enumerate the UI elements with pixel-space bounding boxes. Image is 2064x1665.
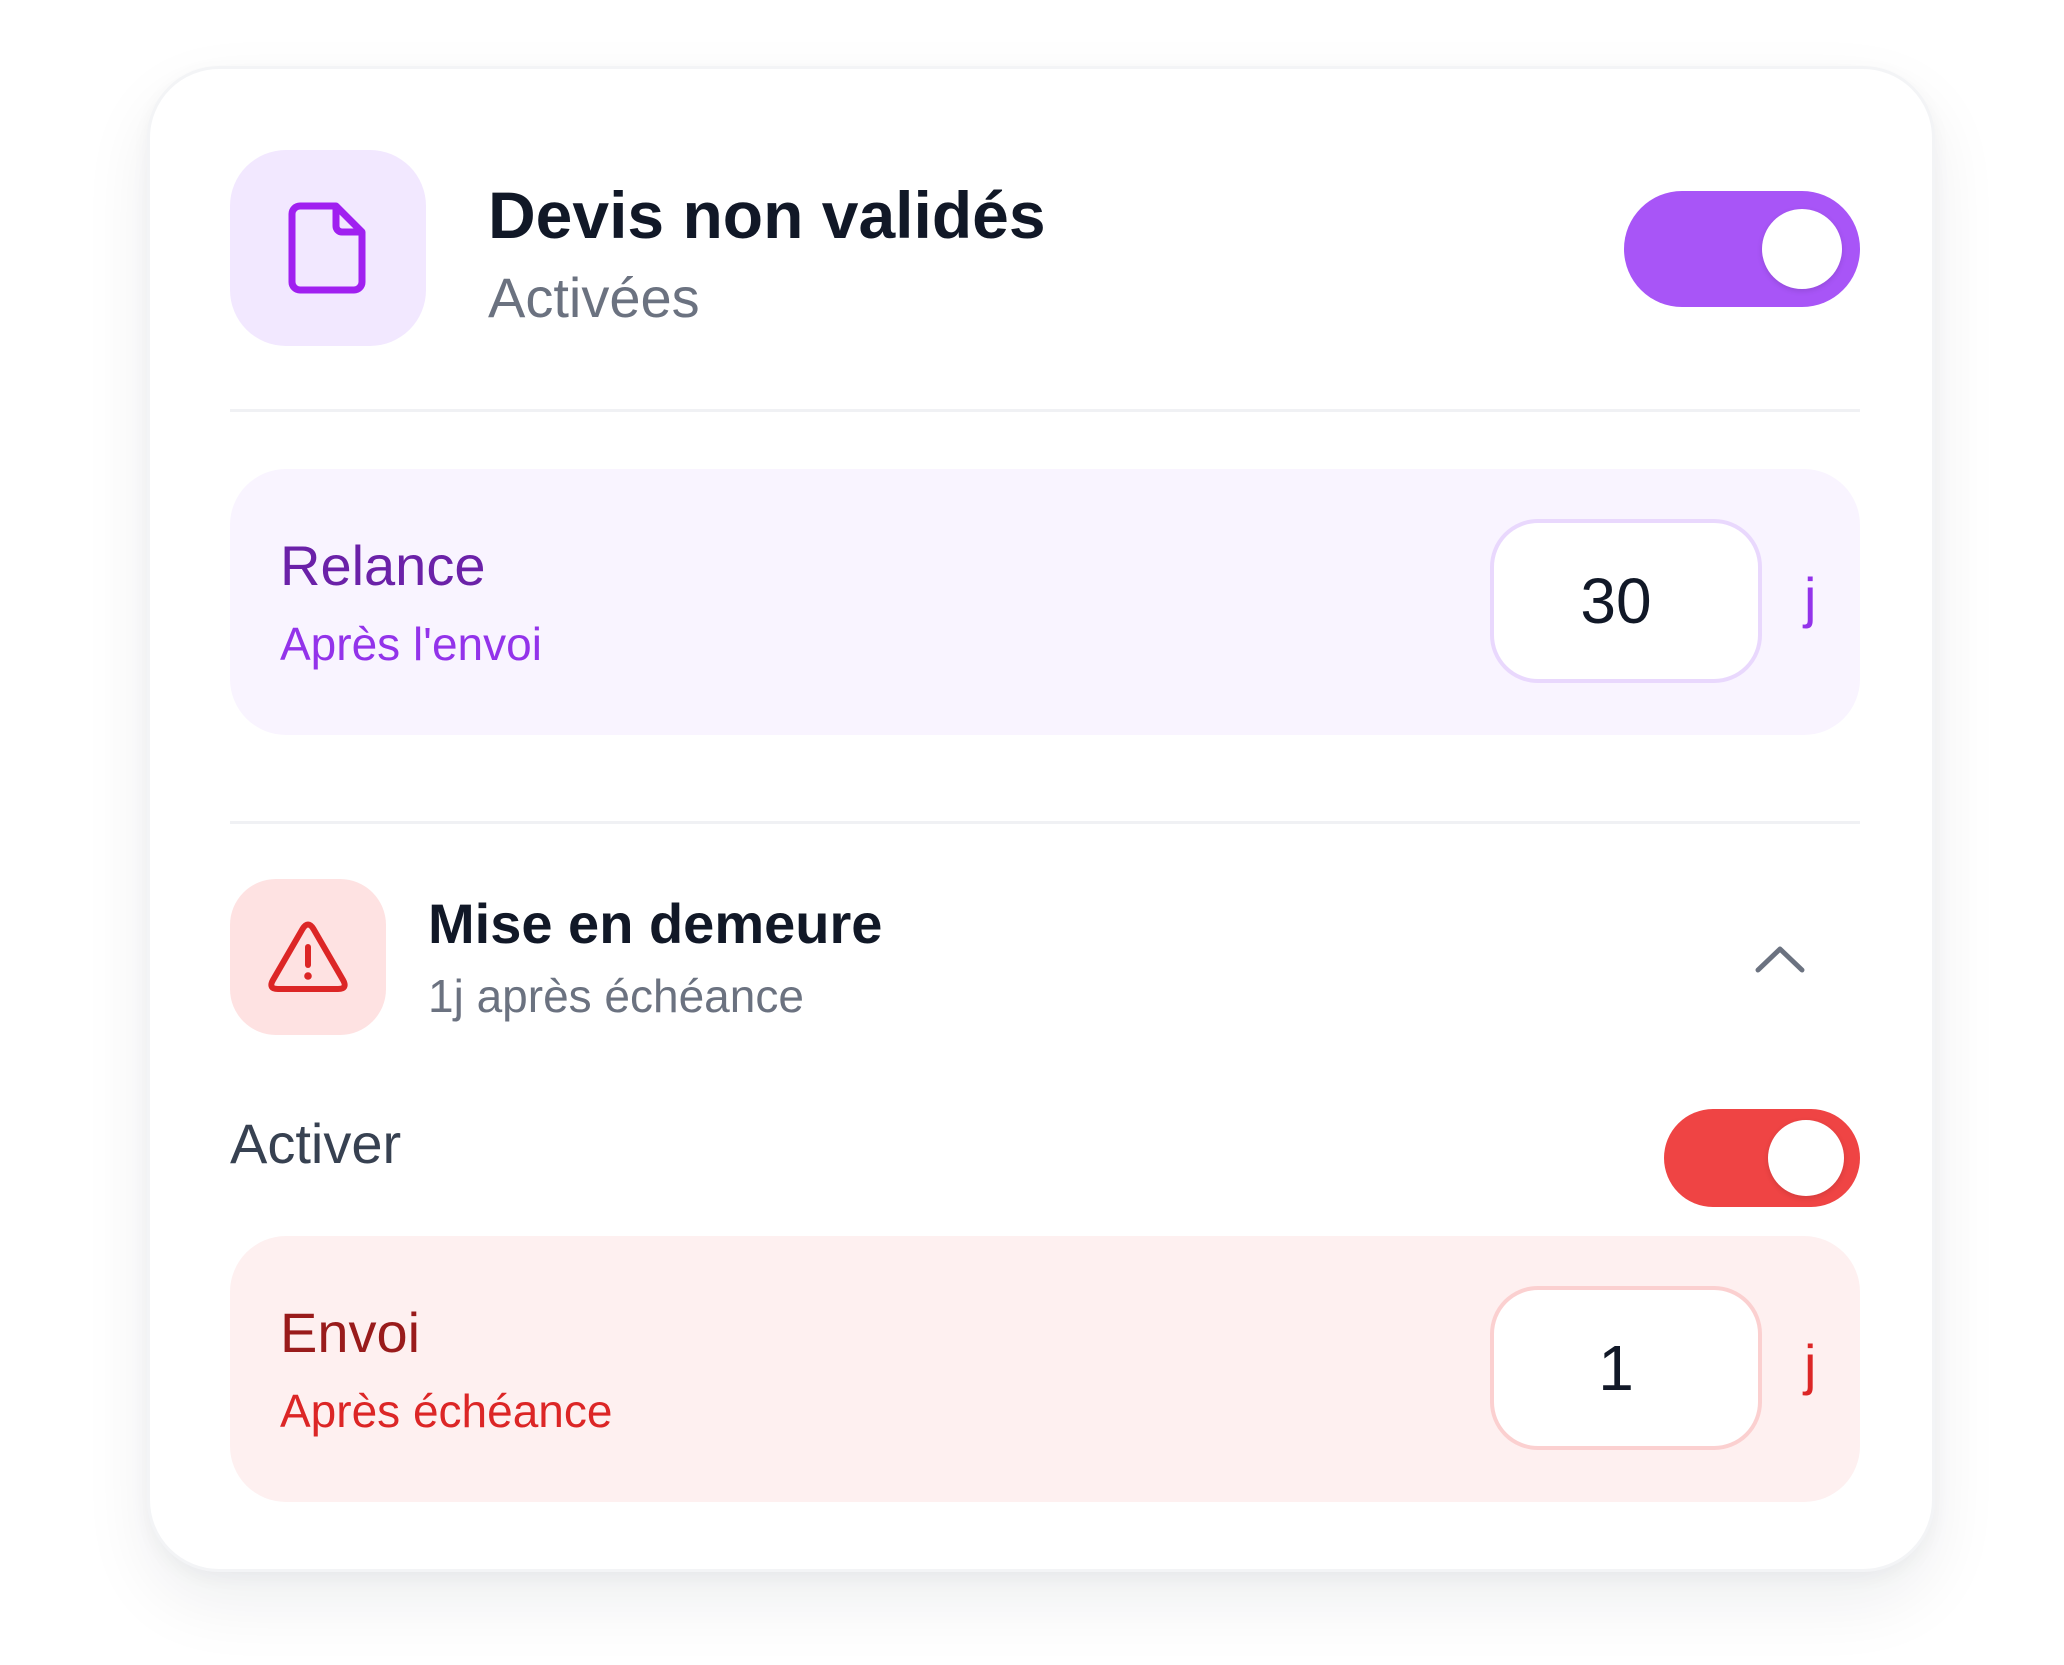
- document-icon: [288, 202, 366, 294]
- warning-icon-container: [230, 879, 386, 1035]
- relance-unit-label: j: [1804, 566, 1817, 629]
- relance-subtitle: Après l'envoi: [280, 618, 542, 670]
- relance-title: Relance: [280, 534, 486, 597]
- divider: [230, 821, 1860, 824]
- devis-enabled-toggle[interactable]: [1624, 191, 1860, 307]
- mise-en-demeure-enabled-toggle[interactable]: [1664, 1109, 1860, 1207]
- envoi-title: Envoi: [280, 1301, 421, 1364]
- toggle-knob: [1762, 209, 1842, 289]
- envoi-unit-label: j: [1804, 1333, 1817, 1396]
- divider: [230, 409, 1860, 412]
- mise-en-demeure-subtitle: 1j après échéance: [428, 970, 804, 1022]
- warning-triangle-icon: [268, 921, 348, 992]
- activer-label: Activer: [230, 1112, 402, 1175]
- envoi-days-input[interactable]: [1490, 1286, 1762, 1450]
- reminder-settings-card: Devis non validés Activées Relance Après…: [147, 66, 1935, 1572]
- collapse-section-button[interactable]: [1730, 924, 1830, 994]
- page: Devis non validés Activées Relance Après…: [0, 0, 2064, 1665]
- card-title: Devis non validés: [488, 178, 1046, 252]
- relance-panel: Relance Après l'envoi j: [230, 469, 1860, 735]
- header-icon-container: [230, 150, 426, 346]
- relance-days-input[interactable]: [1490, 519, 1762, 683]
- card-status: Activées: [488, 266, 700, 329]
- envoi-panel: Envoi Après échéance j: [230, 1236, 1860, 1502]
- mise-en-demeure-title: Mise en demeure: [428, 892, 883, 955]
- toggle-knob: [1768, 1120, 1844, 1196]
- chevron-up-icon: [1755, 946, 1805, 973]
- envoi-subtitle: Après échéance: [280, 1385, 613, 1437]
